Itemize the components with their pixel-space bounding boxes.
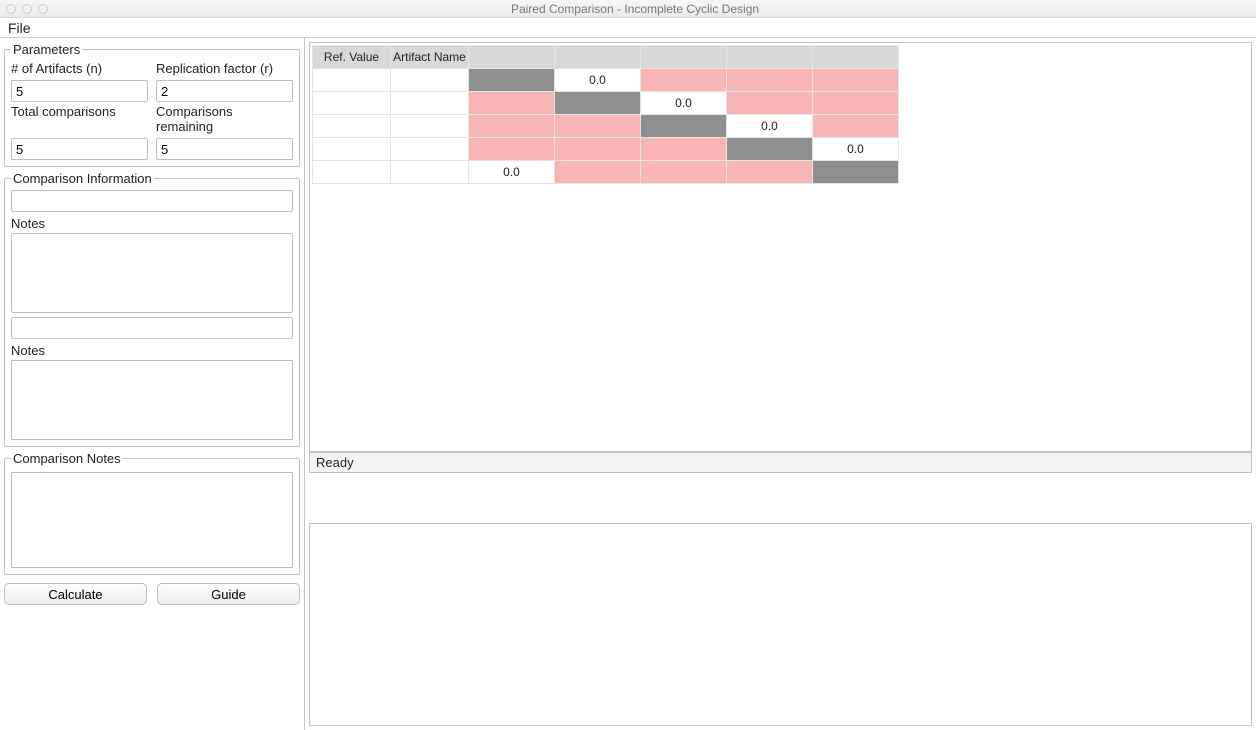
matrix-cell-locked <box>641 138 727 161</box>
matrix-cell-diag <box>469 69 555 92</box>
matrix-cell-locked <box>469 115 555 138</box>
name-cell[interactable] <box>391 69 469 92</box>
ref-cell[interactable] <box>313 138 391 161</box>
matrix-cell-diag <box>641 115 727 138</box>
remaining-comparisons-label: Comparisons remaining <box>156 104 293 134</box>
matrix-cell-locked <box>555 138 641 161</box>
artifacts-label: # of Artifacts (n) <box>11 61 148 76</box>
total-comparisons-input[interactable] <box>11 138 148 160</box>
matrix-cell[interactable]: 0.0 <box>727 115 813 138</box>
main-area: Ref. Value Artifact Name 0.0 <box>305 38 1256 730</box>
window-title: Paired Comparison - Incomplete Cyclic De… <box>60 2 1250 16</box>
comparison-info-legend: Comparison Information <box>11 171 154 186</box>
matrix-cell-locked <box>813 69 899 92</box>
guide-button[interactable]: Guide <box>157 583 300 605</box>
output-pane <box>309 523 1252 726</box>
matrix-cell-locked <box>727 69 813 92</box>
header-artifact-name: Artifact Name <box>391 46 469 69</box>
comparison-info-input[interactable] <box>11 190 293 212</box>
comparison-notes-panel: Comparison Notes <box>4 451 300 575</box>
parameters-panel: Parameters # of Artifacts (n) Replicatio… <box>4 42 300 167</box>
matrix-cell-locked <box>813 115 899 138</box>
menu-bar: File <box>0 18 1256 38</box>
matrix-cell[interactable]: 0.0 <box>555 69 641 92</box>
status-bar: Ready <box>309 452 1252 473</box>
name-cell[interactable] <box>391 138 469 161</box>
header-col-5 <box>813 46 899 69</box>
zoom-icon[interactable] <box>38 4 48 14</box>
matrix-header-row: Ref. Value Artifact Name <box>313 46 899 69</box>
matrix-cell-locked <box>641 69 727 92</box>
comparison-notes-legend: Comparison Notes <box>11 451 123 466</box>
matrix-cell-locked <box>555 161 641 184</box>
ref-cell[interactable] <box>313 92 391 115</box>
calculate-button[interactable]: Calculate <box>4 583 147 605</box>
matrix-cell-locked <box>641 161 727 184</box>
comparison-notes-box[interactable] <box>11 472 293 568</box>
notes-box-2[interactable] <box>11 360 293 440</box>
matrix-cell-diag <box>813 161 899 184</box>
matrix-cell-locked <box>727 92 813 115</box>
matrix-cell[interactable]: 0.0 <box>813 138 899 161</box>
header-col-4 <box>727 46 813 69</box>
ref-cell[interactable] <box>313 115 391 138</box>
remaining-comparisons-input[interactable] <box>156 138 293 160</box>
matrix-row-5: 0.0 <box>313 161 899 184</box>
matrix-cell-locked <box>727 161 813 184</box>
sidebar: Parameters # of Artifacts (n) Replicatio… <box>0 38 305 730</box>
matrix-pane: Ref. Value Artifact Name 0.0 <box>309 42 1252 452</box>
total-comparisons-label: Total comparisons <box>11 104 148 119</box>
header-col-2 <box>555 46 641 69</box>
notes-label-2: Notes <box>11 343 293 358</box>
spacer-pane <box>305 473 1256 523</box>
header-ref-value: Ref. Value <box>313 46 391 69</box>
matrix-row-1: 0.0 <box>313 69 899 92</box>
parameters-legend: Parameters <box>11 42 82 57</box>
name-cell[interactable] <box>391 92 469 115</box>
matrix-cell-locked <box>813 92 899 115</box>
ref-cell[interactable] <box>313 69 391 92</box>
comparison-info-input-2[interactable] <box>11 317 293 339</box>
notes-label-1: Notes <box>11 216 293 231</box>
minimize-icon[interactable] <box>22 4 32 14</box>
matrix-cell-locked <box>469 92 555 115</box>
matrix-cell[interactable]: 0.0 <box>641 92 727 115</box>
window-titlebar: Paired Comparison - Incomplete Cyclic De… <box>0 0 1256 18</box>
header-col-3 <box>641 46 727 69</box>
matrix-cell-diag <box>555 92 641 115</box>
name-cell[interactable] <box>391 115 469 138</box>
comparison-info-panel: Comparison Information Notes Notes <box>4 171 300 447</box>
matrix-row-4: 0.0 <box>313 138 899 161</box>
notes-box-1[interactable] <box>11 233 293 313</box>
window-controls <box>6 4 48 14</box>
comparison-matrix: Ref. Value Artifact Name 0.0 <box>312 45 899 184</box>
matrix-cell-locked <box>469 138 555 161</box>
name-cell[interactable] <box>391 161 469 184</box>
replication-input[interactable] <box>156 80 293 102</box>
replication-label: Replication factor (r) <box>156 61 293 76</box>
close-icon[interactable] <box>6 4 16 14</box>
header-col-1 <box>469 46 555 69</box>
matrix-cell[interactable]: 0.0 <box>469 161 555 184</box>
ref-cell[interactable] <box>313 161 391 184</box>
artifacts-input[interactable] <box>11 80 148 102</box>
matrix-cell-locked <box>555 115 641 138</box>
matrix-row-2: 0.0 <box>313 92 899 115</box>
matrix-row-3: 0.0 <box>313 115 899 138</box>
menu-file[interactable]: File <box>8 20 31 36</box>
matrix-cell-diag <box>727 138 813 161</box>
